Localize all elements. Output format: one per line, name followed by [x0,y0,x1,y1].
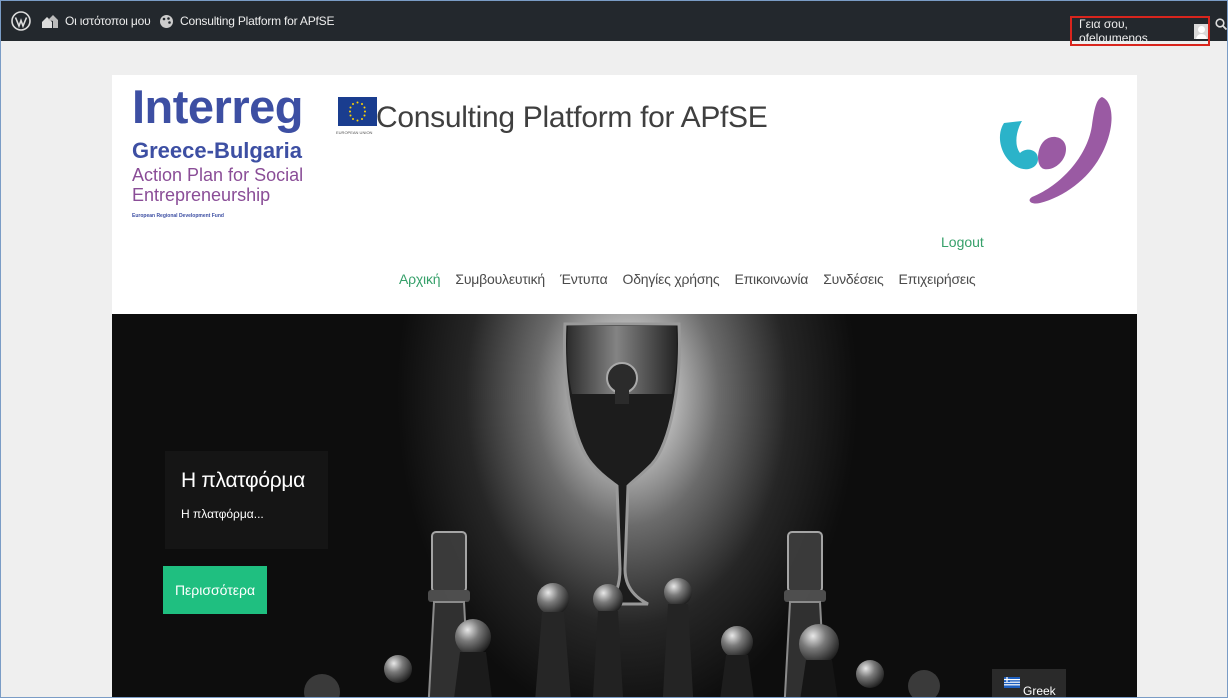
more-button[interactable]: Περισσότερα [163,566,267,614]
eu-label: EUROPEAN UNION [336,130,373,135]
nav-item-home[interactable]: Αρχική [399,271,441,293]
language-switcher[interactable]: Greek [992,669,1066,698]
nav-item-links[interactable]: Συνδέσεις [823,271,883,293]
admin-bar: Οι ιστότοποι μου Consulting Platform for… [1,1,1227,46]
nav-item-user-guide[interactable]: Οδηγίες χρήσης [623,271,720,293]
browser-viewport: Οι ιστότοποι μου Consulting Platform for… [0,0,1228,698]
site-title[interactable]: Consulting Platform for APfSE [376,101,768,135]
wordpress-logo-button[interactable] [11,1,31,41]
slide-caption: Η πλατφόρμα Η πλατφόρμα... [165,451,328,549]
site-name-menu[interactable]: Consulting Platform for APfSE [159,1,334,41]
account-greeting: Γεια σου, ofeloumenos [1079,17,1148,45]
nav-item-businesses[interactable]: Επιχειρήσεις [899,271,976,293]
my-account-menu[interactable]: Γεια σου, ofeloumenos [1070,16,1210,46]
greek-flag-icon [1004,677,1020,688]
hero-slider[interactable]: Η πλατφόρμα Η πλατφόρμα... Περισσότερα G… [112,314,1137,698]
wordpress-icon [11,11,31,31]
logo-program-line2: Entrepreneurship [132,185,271,205]
interreg-logo[interactable]: Interreg Greece-Bulgaria Action Plan for… [132,80,377,235]
my-sites-label: Οι ιστότοποι μου [65,14,151,28]
logo-program-line1: Action Plan for Social [132,165,304,185]
site-name-label: Consulting Platform for APfSE [180,14,335,28]
site-page: Interreg Greece-Bulgaria Action Plan for… [112,75,1137,698]
language-label: Greek [1023,684,1056,698]
logo-interreg-text: Interreg [132,80,304,133]
nav-item-consulting[interactable]: Συμβουλευτική [455,271,545,293]
nav-item-forms[interactable]: Έντυπα [560,271,608,293]
logo-program-text: Action Plan for Social Entrepreneurship [132,165,372,205]
slide-text: Η πλατφόρμα... [181,507,264,521]
search-icon [1215,18,1227,31]
my-sites-menu[interactable]: Οι ιστότοποι μου [41,1,151,41]
house-icon [42,15,58,28]
apfse-mark-logo [992,93,1122,213]
eu-flag-icon [338,97,377,126]
admin-search-button[interactable] [1215,18,1227,33]
avatar [1194,23,1208,39]
slide-title: Η πλατφόρμα [181,469,305,492]
logo-fund-text: European Regional Development Fund [132,213,224,219]
logout-link[interactable]: Logout [941,234,984,250]
main-navigation: Αρχική Συμβουλευτική Έντυπα Οδηγίες χρήσ… [399,271,990,293]
palette-icon [160,14,173,28]
nav-item-contact[interactable]: Επικοινωνία [734,271,808,293]
logo-region-text: Greece-Bulgaria [132,138,302,163]
